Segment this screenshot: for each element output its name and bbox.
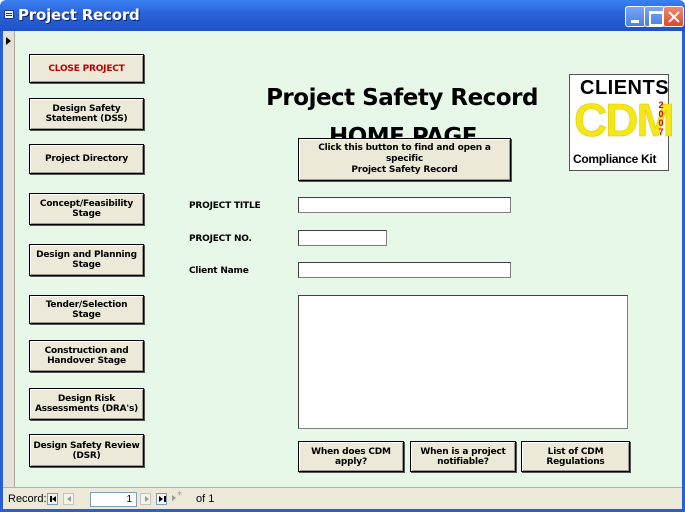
client-name-field[interactable] <box>298 262 511 278</box>
design-planning-stage-button[interactable]: Design and Planning Stage <box>29 244 144 276</box>
title-bar[interactable]: Project Record <box>0 0 685 31</box>
record-total-text: of 1 <box>196 493 215 505</box>
client-name-label: Client Name <box>189 266 249 276</box>
current-record-arrow-icon <box>6 37 11 45</box>
next-record-icon <box>145 496 149 502</box>
design-risk-assessments-button[interactable]: Design Risk Assessments (DRA's) <box>29 388 144 420</box>
project-title-field[interactable] <box>298 197 511 213</box>
list-cdm-regulations-button[interactable]: List of CDM Regulations <box>521 441 630 472</box>
cdm-compliance-kit-logo: CLIENTS CDM 2 0 0 7 Compliance Kit <box>569 74 675 171</box>
window-title: Project Record <box>18 6 140 24</box>
record-navigation-bar: Record: 1 * of 1 <box>3 487 682 509</box>
when-cdm-apply-button[interactable]: When does CDM apply? <box>298 441 404 472</box>
concept-feasibility-stage-button[interactable]: Concept/Feasibility Stage <box>29 193 144 225</box>
record-selector[interactable] <box>3 31 15 487</box>
design-safety-review-button[interactable]: Design Safety Review (DSR) <box>29 434 144 467</box>
maximize-button[interactable] <box>644 6 665 27</box>
construction-handover-stage-button[interactable]: Construction and Handover Stage <box>29 340 144 372</box>
form-icon <box>4 10 14 19</box>
logo-year-text: 2 0 0 7 <box>658 100 664 137</box>
record-label: Record: <box>8 493 47 505</box>
project-notes-box[interactable] <box>298 295 628 429</box>
first-record-icon <box>52 496 56 502</box>
project-directory-button[interactable]: Project Directory <box>29 144 144 174</box>
project-no-field[interactable] <box>298 230 387 246</box>
new-record-arrow-icon <box>172 495 176 501</box>
current-record-field[interactable]: 1 <box>90 492 137 507</box>
first-record-button[interactable] <box>47 493 58 505</box>
new-record-star-icon: * <box>177 490 182 501</box>
when-notifiable-button[interactable]: When is a project notifiable? <box>410 441 516 472</box>
form-body: CLOSE PROJECT Design Safety Statement (D… <box>3 31 682 509</box>
last-bar-icon <box>164 496 166 502</box>
window-frame: CLOSE PROJECT Design Safety Statement (D… <box>0 31 685 512</box>
previous-record-icon <box>67 496 71 502</box>
close-window-button[interactable] <box>663 6 684 27</box>
new-record-button[interactable]: * <box>172 490 183 505</box>
project-no-label: PROJECT NO. <box>189 234 252 244</box>
last-record-icon <box>159 496 163 502</box>
minimize-button[interactable] <box>625 6 646 27</box>
last-record-button[interactable] <box>156 493 167 505</box>
project-title-label: PROJECT TITLE <box>189 201 261 211</box>
previous-record-button[interactable] <box>63 493 74 505</box>
next-record-button[interactable] <box>140 493 151 505</box>
close-project-button[interactable]: CLOSE PROJECT <box>29 54 144 83</box>
design-safety-statement-button[interactable]: Design Safety Statement (DSS) <box>29 98 144 130</box>
find-project-record-button[interactable]: Click this button to find and open a spe… <box>298 138 511 181</box>
access-form-window: Project Record CLOSE PROJECT Design Safe… <box>0 0 685 512</box>
logo-compliance-kit-text: Compliance Kit <box>573 152 657 166</box>
tender-selection-stage-button[interactable]: Tender/Selection Stage <box>29 295 144 324</box>
page-title: Project Safety Record <box>266 85 538 111</box>
